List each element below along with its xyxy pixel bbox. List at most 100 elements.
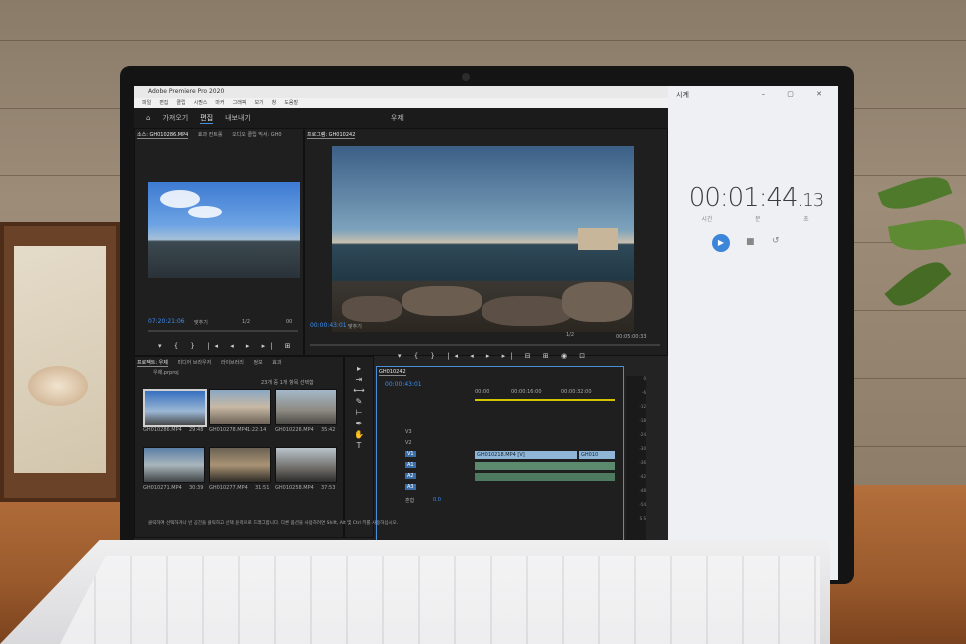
clip-thumb-5[interactable] <box>209 447 271 483</box>
clip-thumb-1[interactable] <box>143 389 207 427</box>
workspace-bar: ⌂ 가져오기 편집 내보내기 우제 <box>134 108 668 128</box>
clip-dur-1: 29:48 <box>189 427 204 433</box>
tab-effect-controls[interactable]: 효과 컨트롤 <box>198 132 223 138</box>
program-fit-select[interactable]: 맞추기 <box>348 323 362 330</box>
clock-window: 시계 – ▢ ✕ 00:01:44.13 시간 분 초 ▶ ■ ↺ <box>668 86 838 580</box>
source-end: 00 <box>286 319 293 325</box>
premiere-window: Adobe Premiere Pro 2020 파일 편집 클립 시퀀스 마커 그래픽 보기… <box>134 86 668 580</box>
audio-clip-a2[interactable] <box>475 473 615 481</box>
video-clip-2[interactable]: GH010 <box>579 451 615 459</box>
slip-tool-icon[interactable]: ⊢ <box>345 407 373 418</box>
track-v1[interactable]: V1 <box>405 451 416 457</box>
photo-frame <box>0 222 120 502</box>
source-fit-select[interactable]: 맞추기 <box>194 319 208 326</box>
source-scale[interactable]: 1/2 <box>242 319 250 325</box>
tab-export[interactable]: 내보내기 <box>225 113 251 123</box>
window-controls[interactable]: – ▢ ✕ <box>762 90 832 98</box>
tab-program[interactable]: 프로그램: GH010242 <box>307 132 356 139</box>
video-clip[interactable]: GH010218.MP4 [V] <box>475 451 577 459</box>
type-tool-icon[interactable]: T <box>345 440 373 451</box>
clip-dur-2: 1:22:14 <box>247 427 267 433</box>
track-a3[interactable]: A3 <box>405 484 416 490</box>
ruler-2: 00:00:32:00 <box>561 389 592 395</box>
source-transport[interactable]: ▾ { } |◂ ◂ ▸ ▸| ⊞ <box>158 342 296 350</box>
tools-panel: ▸ ⇥ ⟷ ✎ ⊢ ✒ ✋ T <box>344 356 374 538</box>
source-timecode: 07:20:21:06 <box>148 318 185 325</box>
track-a2[interactable]: A2 <box>405 473 416 479</box>
keyboard-keys <box>60 556 820 644</box>
clip-name-3: GH010226.MP4 <box>275 427 314 433</box>
clip-dur-4: 30:39 <box>189 485 204 491</box>
tab-project[interactable]: 프로젝트: 우제 <box>137 360 168 367</box>
mix-label: 혼합 <box>405 498 415 504</box>
time-labels: 시간 분 초 <box>701 216 809 223</box>
project-file: 우제.prproj <box>153 370 179 376</box>
clip-thumb-3[interactable] <box>275 389 337 425</box>
program-duration: 00:05:00:33 <box>616 334 647 340</box>
project-tabs: 프로젝트: 우제 미디어 브라우저 라이브러리 정보 효과 <box>137 359 289 367</box>
timeline-timecode: 00:00:43:01 <box>385 381 422 388</box>
laptop-screen: Adobe Premiere Pro 2020 파일 편집 클립 시퀀스 마커 그래픽 보기… <box>134 86 838 580</box>
lap-button[interactable]: ■ <box>746 237 755 247</box>
tab-info[interactable]: 정보 <box>253 360 262 366</box>
tab-edit[interactable]: 편집 <box>200 113 214 124</box>
plant <box>870 150 966 350</box>
track-a1[interactable]: A1 <box>405 462 416 468</box>
source-tabs: 소스: GH010286.MP4 효과 컨트롤 오디오 클립 믹서: GH0 <box>137 131 290 139</box>
reset-button[interactable]: ↺ <box>772 236 780 246</box>
program-transport[interactable]: ▾ { } |◂ ◂ ▸ ▸| ⊟ ⊞ ◉ ⊡ <box>398 352 590 360</box>
hand-tool-icon[interactable]: ✋ <box>345 429 373 440</box>
pen-tool-icon[interactable]: ✒ <box>345 418 373 429</box>
stopwatch-display: 00:01:44.13 <box>676 183 836 213</box>
project-count: 23개 중 1개 항목 선택함 <box>261 380 314 386</box>
clip-dur-3: 35:42 <box>321 427 336 433</box>
clip-name-6: GH010258.MP4 <box>275 485 314 491</box>
clip-name-1: GH010286.MP4 <box>143 427 182 433</box>
tab-timeline[interactable]: GH010242 <box>379 369 406 376</box>
track-v3[interactable]: V3 <box>405 429 412 435</box>
selection-tool-icon[interactable]: ▸ <box>345 363 373 374</box>
clip-name-4: GH010271.MP4 <box>143 485 182 491</box>
razor-tool-icon[interactable]: ✎ <box>345 396 373 407</box>
webcam <box>462 73 470 81</box>
tab-audio-mixer[interactable]: 오디오 클립 믹서: GH0 <box>232 132 281 138</box>
clock-title: 시계 <box>676 91 689 99</box>
program-timecode: 00:00:43:01 <box>310 322 347 329</box>
tab-source[interactable]: 소스: GH010286.MP4 <box>137 132 189 139</box>
audio-clip-a1[interactable] <box>475 462 615 470</box>
clip-thumb-2[interactable] <box>209 389 271 425</box>
program-scrubber[interactable] <box>310 344 660 346</box>
premiere-titlebar: Adobe Premiere Pro 2020 <box>134 86 668 98</box>
home-icon[interactable]: ⌂ <box>146 114 150 122</box>
source-scrubber[interactable] <box>148 330 298 332</box>
tab-effects[interactable]: 효과 <box>272 360 281 366</box>
status-bar: 클릭하여 선택하거나 빈 공간을 클릭하고 선택 윤곽으로 드래그합니다. 다른… <box>148 521 399 526</box>
frame-picture <box>14 246 106 473</box>
stopwatch-main: 00:01:44 <box>688 183 799 213</box>
work-area-bar[interactable] <box>475 399 615 401</box>
clip-thumb-6[interactable] <box>275 447 337 483</box>
tab-libraries[interactable]: 라이브러리 <box>221 360 244 366</box>
program-scale[interactable]: 1/2 <box>566 332 574 338</box>
fort-building <box>578 228 618 250</box>
tab-media-browser[interactable]: 미디어 브라우저 <box>177 360 211 366</box>
shell-picture <box>28 366 88 406</box>
mix-value[interactable]: 0.0 <box>433 497 441 503</box>
clip-name-5: GH010277.MP4 <box>209 485 248 491</box>
ripple-edit-icon[interactable]: ⟷ <box>345 385 373 396</box>
clip-thumb-4[interactable] <box>143 447 205 483</box>
premiere-menubar: 파일 편집 클립 시퀀스 마커 그래픽 보기 창 도움말 <box>134 98 668 108</box>
track-select-icon[interactable]: ⇥ <box>345 374 373 385</box>
source-video-frame <box>148 182 300 278</box>
clip-dur-5: 31:51 <box>255 485 270 491</box>
clip-name-2: GH010278.MP4 <box>209 427 248 433</box>
audio-meter: 0 -6 -12 -18 -24 -30 -36 -42 -48 -54 S S <box>626 376 646 546</box>
clip-dur-6: 37:53 <box>321 485 336 491</box>
ruler-1: 00:00:16:00 <box>511 389 542 395</box>
workspace-name: 우제 <box>390 114 404 122</box>
stopwatch-fraction: .13 <box>797 190 825 211</box>
tab-import[interactable]: 가져오기 <box>162 113 188 123</box>
track-v2[interactable]: V2 <box>405 440 412 446</box>
vu-bottom[interactable]: S S <box>626 516 646 530</box>
play-button[interactable]: ▶ <box>712 234 730 252</box>
